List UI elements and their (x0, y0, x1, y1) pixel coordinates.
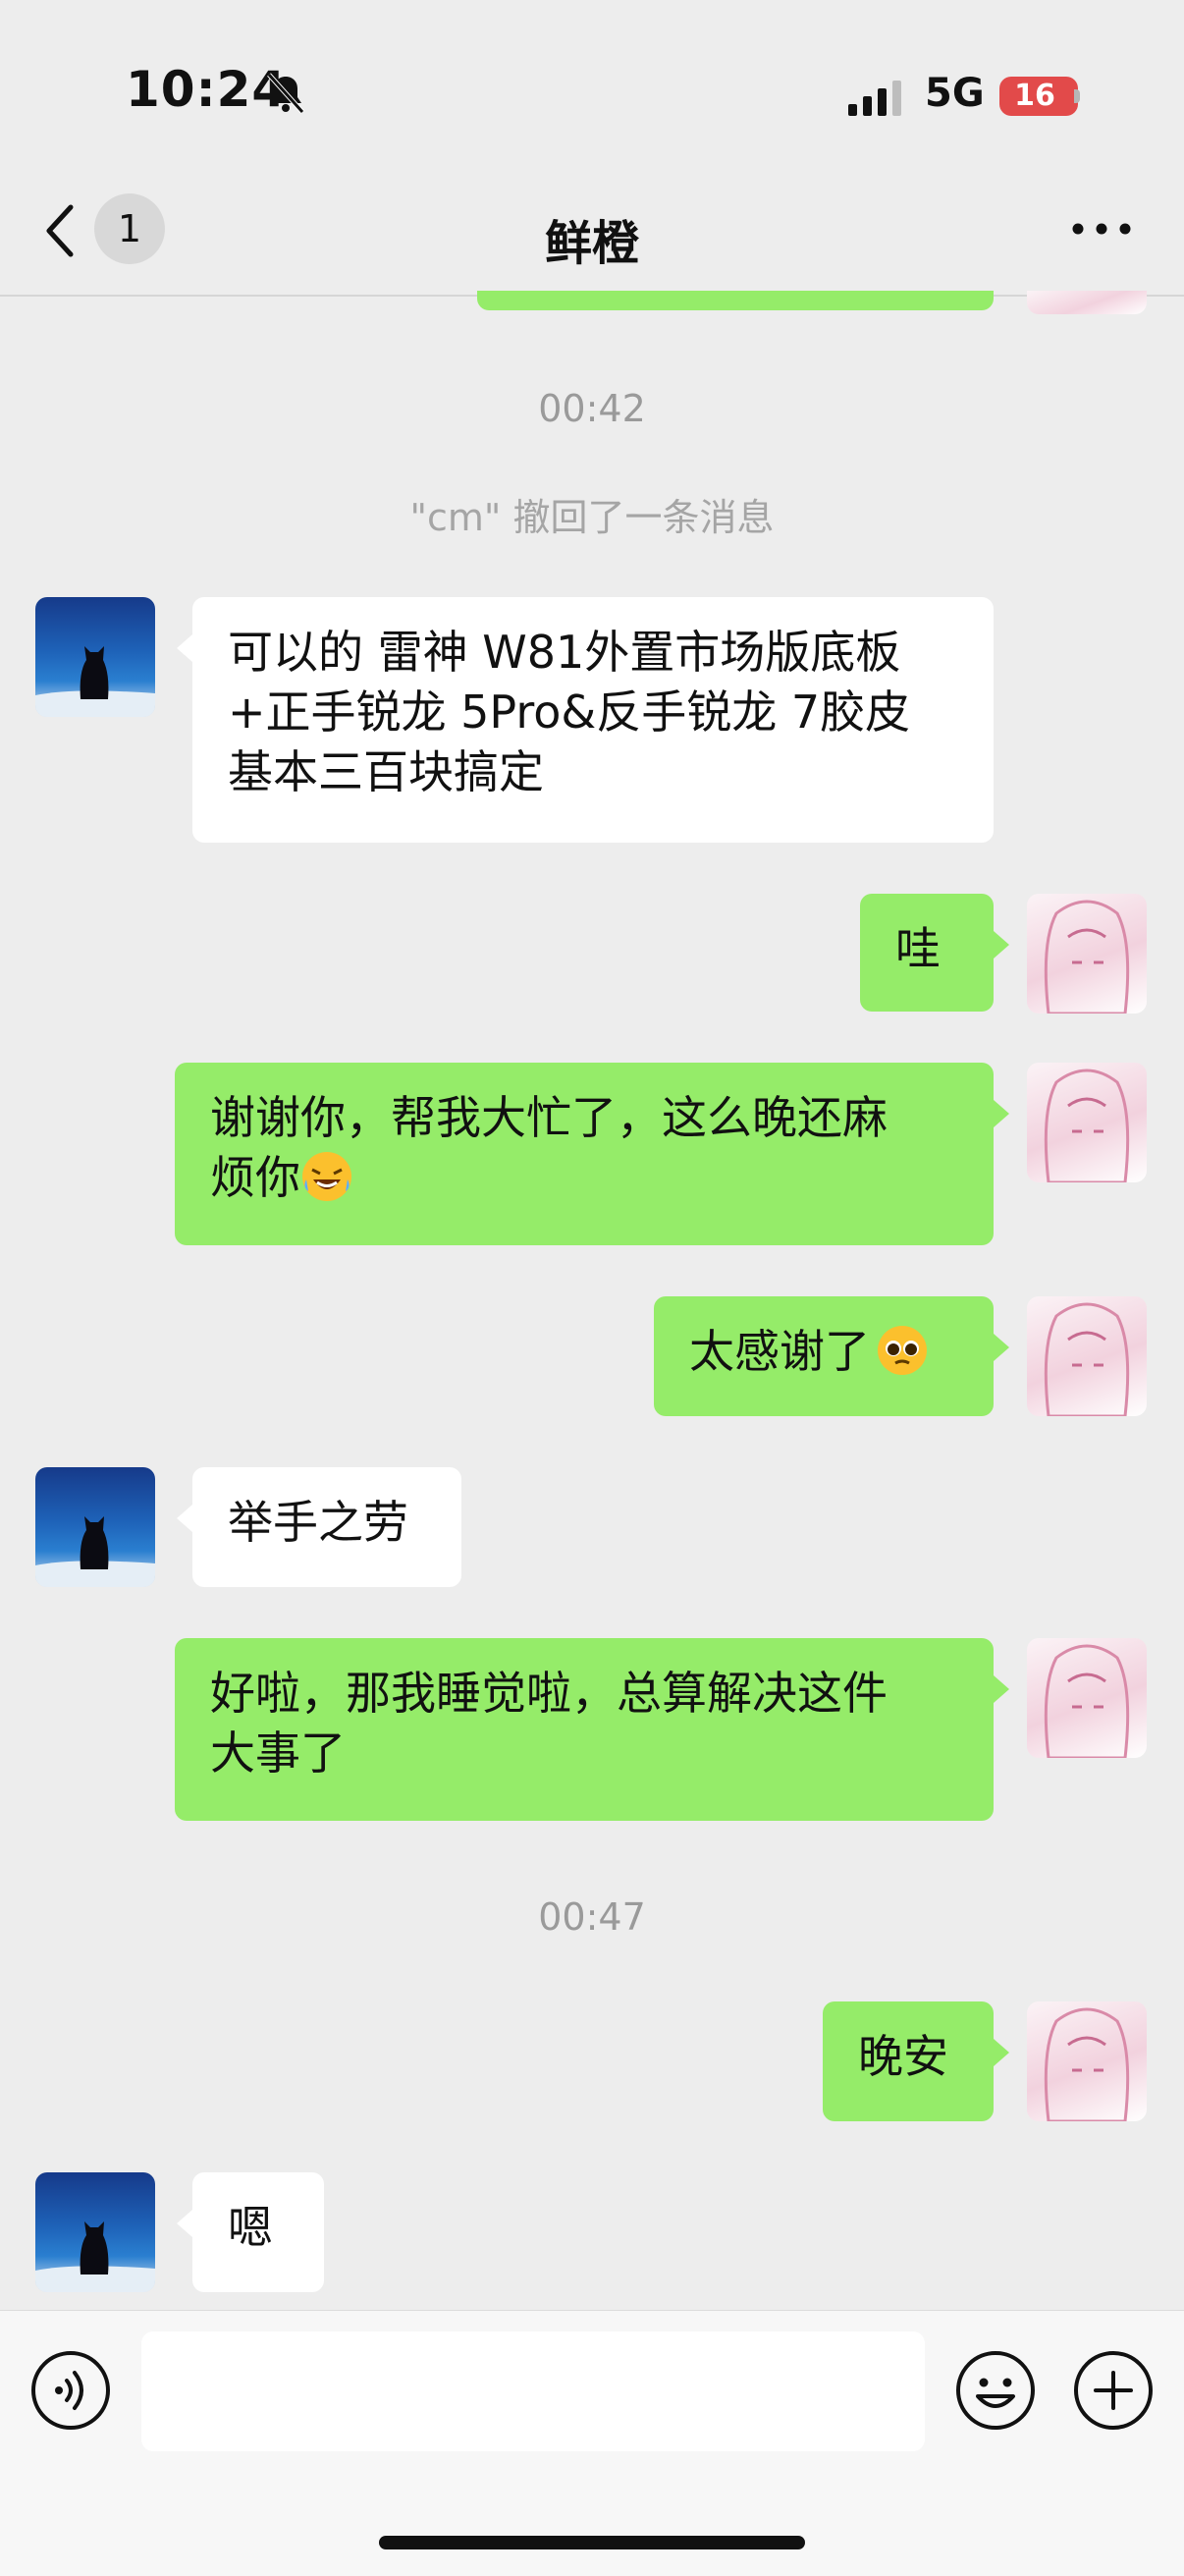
cat-silhouette-icon (35, 646, 155, 717)
voice-icon[interactable] (29, 2349, 112, 2432)
message-bubble-incoming[interactable]: 嗯 (177, 2172, 324, 2292)
battery-cap (1074, 89, 1080, 103)
more-icon[interactable] (1070, 214, 1133, 244)
emoji-icon[interactable] (954, 2349, 1037, 2432)
recall-notice: "cm" 撤回了一条消息 (409, 496, 775, 539)
avatar-self-partial[interactable] (1027, 291, 1147, 314)
avatar-contact[interactable] (35, 2172, 155, 2292)
avatar-self[interactable] (1027, 1638, 1147, 1758)
message-bubble-incoming[interactable]: 可以的 雷神 W81外置市场版底板 +正手锐龙 5Pro&反手锐龙 7胶皮 基本… (177, 597, 994, 843)
message-text: 太感谢了 (689, 1325, 870, 1378)
avatar-self[interactable] (1027, 2001, 1147, 2121)
anime-girl-avatar-icon (1044, 2007, 1130, 2121)
message-input[interactable] (141, 2331, 925, 2451)
message-text: 晚安 (858, 2030, 948, 2083)
avatar-contact[interactable] (35, 597, 155, 717)
avatar-self[interactable] (1027, 1063, 1147, 1182)
cat-silhouette-icon (35, 2221, 155, 2292)
message-bubble-incoming[interactable]: 举手之劳 (177, 1467, 461, 1587)
message-bubble-outgoing[interactable]: 谢谢你，帮我大忙了，这么晚还麻 烦你 (175, 1063, 1009, 1245)
avatar-self[interactable] (1027, 894, 1147, 1014)
anime-girl-avatar-icon (1044, 1644, 1130, 1758)
message-text: 嗯 (228, 2201, 273, 2254)
network-type: 5G (925, 71, 985, 116)
bell-mute-icon (267, 73, 304, 114)
partial-message-bubble[interactable] (477, 291, 994, 310)
plus-icon[interactable] (1072, 2349, 1155, 2432)
anime-girl-avatar-icon (1044, 1302, 1130, 1416)
message-bubble-outgoing[interactable]: 哇 (860, 894, 1009, 1012)
pleading-face-emoji-icon (878, 1326, 927, 1375)
cat-silhouette-icon (35, 1516, 155, 1587)
battery-level: 16 (1014, 79, 1055, 113)
signal-icon (848, 81, 901, 116)
message-text: +正手锐龙 5Pro&反手锐龙 7胶皮 (228, 685, 911, 739)
message-text: 基本三百块搞定 (228, 745, 544, 798)
home-indicator (379, 2536, 805, 2549)
message-text: 举手之劳 (228, 1496, 408, 1549)
timestamp: 00:47 (538, 1895, 646, 1939)
message-text: 大事了 (210, 1726, 346, 1780)
anime-girl-avatar-icon (1044, 900, 1130, 1014)
laughing-crying-emoji-icon (302, 1152, 351, 1201)
message-text: 好啦，那我睡觉啦，总算解决这件 (210, 1667, 888, 1720)
avatar-self[interactable] (1027, 1296, 1147, 1416)
avatar-contact[interactable] (35, 1467, 155, 1587)
message-bubble-outgoing[interactable]: 太感谢了 (654, 1296, 1009, 1416)
message-text: 可以的 雷神 W81外置市场版底板 (228, 626, 901, 679)
timestamp: 00:42 (538, 387, 646, 430)
message-bubble-outgoing[interactable]: 晚安 (823, 2001, 1009, 2121)
message-text: 烦你 (210, 1151, 300, 1204)
anime-girl-avatar-icon (1044, 1069, 1130, 1182)
message-text: 谢谢你，帮我大忙了，这么晚还麻 (210, 1091, 888, 1144)
message-bubble-outgoing[interactable]: 好啦，那我睡觉啦，总算解决这件 大事了 (175, 1638, 1009, 1821)
message-text: 哇 (895, 922, 941, 975)
chat-title: 鲜橙 (544, 216, 639, 271)
